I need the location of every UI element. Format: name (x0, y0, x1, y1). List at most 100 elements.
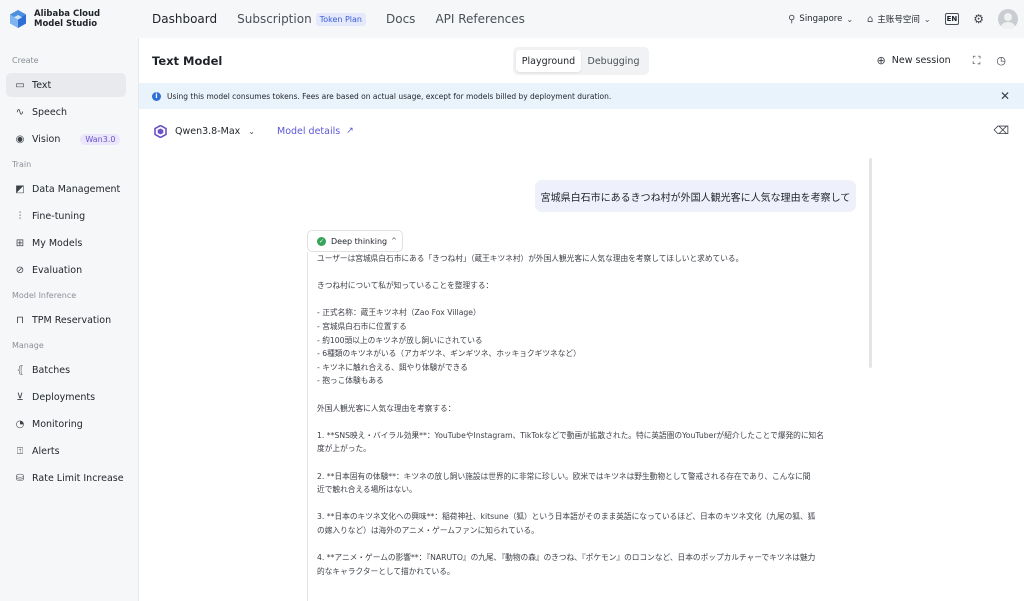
thinking-gap (317, 293, 867, 307)
monitor-icon: ◔ (15, 418, 25, 430)
token-plan-badge: Token Plan (315, 12, 366, 26)
check-icon: ✓ (317, 236, 326, 246)
nav-subscription[interactable]: Subscription Token Plan (237, 12, 366, 26)
notice-text: Using this model consumes tokens. Fees a… (167, 91, 612, 101)
thinking-line: ユーザーは宮城県白石市にある「きつね村」（蔵王キツネ村）が外国人観光客に人気な理… (317, 254, 744, 263)
sidebar-item-monitoring[interactable]: ◔ Monitoring (6, 412, 126, 436)
chat-icon: ▭ (15, 79, 25, 91)
brand-logo[interactable]: Alibaba Cloud Model Studio (0, 9, 139, 29)
batches-icon: ⦃ (16, 364, 24, 376)
chevron-down-icon: ⌄ (923, 14, 931, 24)
sidebar-item-text[interactable]: ▭ Text (6, 73, 126, 97)
top-bar: Alibaba Cloud Model Studio Dashboard Sub… (0, 0, 1024, 38)
top-right-controls: ⚲ Singapore ⌄ ⌂ 主账号空间 ⌄ EN ⚙ (774, 0, 1018, 38)
sidebar-item-label: TPM Reservation (32, 314, 112, 326)
thinking-line: - キツネに触れ合える、餌やり体験ができる (317, 362, 468, 372)
chevron-up-icon: ^ (391, 237, 398, 245)
model-selector-row: Qwen3.8-Max ⌄ Model details ↗ ⌫ (139, 119, 1024, 143)
thinking-gap (317, 415, 867, 429)
sidebar-item-label: Fine-tuning (32, 210, 86, 222)
sidebar-item-speech[interactable]: ∿ Speech (6, 100, 126, 124)
sidebar-item-label: Vision (32, 133, 61, 145)
deep-thinking-toggle[interactable]: ✓ Deep thinking ^ (307, 230, 403, 252)
deploy-icon: ⊻ (16, 391, 24, 403)
thinking-gap (317, 266, 867, 280)
sidebar-item-data-management[interactable]: ◩ Data Management (6, 177, 126, 201)
sidebar-item-evaluation[interactable]: ⊘ Evaluation (6, 258, 126, 282)
sidebar-item-label: Text (32, 79, 52, 91)
sidebar: Create ▭ Text ∿ Speech ◉ Vision Wan3.0 T… (0, 38, 139, 601)
sidebar-item-fine-tuning[interactable]: ⫶ Fine-tuning (6, 204, 126, 228)
external-link-icon[interactable]: ↗ (346, 126, 354, 136)
sidebar-item-label: Batches (32, 364, 71, 376)
page-title: Text Model (152, 53, 223, 68)
model-selector[interactable]: Qwen3.8-Max (175, 126, 240, 137)
clear-icon[interactable]: ⌫ (993, 124, 1009, 137)
sidebar-item-label: Speech (32, 106, 67, 118)
thinking-gap (317, 456, 867, 470)
sidebar-item-vision[interactable]: ◉ Vision Wan3.0 (6, 127, 126, 151)
model-studio-logo-icon (10, 10, 26, 28)
sidebar-item-tpm-reservation[interactable]: ⊓ TPM Reservation (6, 308, 126, 332)
nav-api-references[interactable]: API References (435, 12, 524, 26)
home-icon: ⌂ (867, 13, 874, 25)
mode-tabs: Playground Debugging (513, 47, 649, 75)
thinking-line: 2. **日本固有の体験**：キツネの放し飼い施設は世界的に非常に珍しい。欧米で… (317, 471, 811, 481)
section-model-inference: Model Inference (12, 290, 77, 300)
thinking-line: 4. **アニメ・ゲームの影響**：『NARUTO』の九尾、『動物の森』のきつね… (317, 553, 816, 563)
sidebar-item-label: Alerts (32, 445, 60, 457)
location-icon: ⚲ (788, 13, 796, 25)
sidebar-item-batches[interactable]: ⦃ Batches (6, 358, 126, 382)
settings-button[interactable]: ⚙ (973, 12, 984, 26)
sidebar-item-rate-limit[interactable]: ⛁ Rate Limit Increase (6, 466, 126, 490)
thinking-gap (317, 388, 867, 402)
thinking-line: - 6種類のキツネがいる（アカギツネ、ギンギツネ、ホッキョクギツネなど） (317, 349, 581, 359)
avatar[interactable] (998, 9, 1018, 29)
nav-docs[interactable]: Docs (386, 12, 415, 26)
user-message-bubble: 宮城県白石市にあるきつね村が外国人観光客に人気な理由を考察して (535, 180, 856, 212)
thinking-gap (317, 537, 867, 551)
sidebar-item-alerts[interactable]: ⍐ Alerts (6, 439, 126, 463)
region-selector[interactable]: ⚲ Singapore ⌄ (788, 14, 853, 25)
thinking-line: - 約100頭以上のキツネが放し飼いにされている (317, 335, 483, 345)
fullscreen-button[interactable]: ⛶ (973, 54, 987, 68)
sidebar-item-my-models[interactable]: ⊞ My Models (6, 231, 126, 255)
sidebar-item-deployments[interactable]: ⊻ Deployments (6, 385, 126, 409)
thinking-line: 外国人観光客に人気な理由を考察する： (317, 403, 456, 413)
workspace-label: 主账号空间 (877, 15, 920, 25)
sidebar-item-label: Evaluation (32, 264, 83, 276)
tab-debugging[interactable]: Debugging (581, 50, 646, 72)
evaluation-icon: ⊘ (15, 264, 25, 276)
thinking-content: ユーザーは宮城県白石市にある「きつね村」（蔵王キツネ村）が外国人観光客に人気な理… (307, 252, 867, 601)
models-icon: ⊞ (15, 237, 25, 249)
section-manage: Manage (12, 340, 44, 350)
language-switch[interactable]: EN (944, 13, 960, 25)
main-panel: Text Model Playground Debugging ⊕ New se… (139, 38, 1024, 601)
sidebar-item-label: Rate Limit Increase (32, 472, 124, 484)
chat-scrollbar[interactable] (869, 158, 872, 368)
thinking-line: 近で触れ合える場所はない。 (317, 485, 417, 495)
tab-playground[interactable]: Playground (516, 50, 581, 72)
nav-dashboard[interactable]: Dashboard (152, 12, 217, 26)
info-icon: i (152, 91, 161, 101)
brand-name: Alibaba Cloud Model Studio (34, 9, 101, 29)
camera-icon: ◉ (15, 133, 25, 145)
gear-icon: ⚙ (973, 12, 984, 26)
section-train: Train (12, 159, 32, 169)
history-button[interactable]: ◷ (996, 54, 1012, 67)
language-icon: EN (944, 13, 960, 25)
model-details-link[interactable]: Model details (277, 126, 340, 137)
workspace-selector[interactable]: ⌂ 主账号空间 ⌄ (867, 13, 931, 26)
header-actions: ⊕ New session ⛶ ◷ (861, 38, 1012, 83)
waveform-icon: ∿ (15, 106, 25, 118)
sidebar-item-label: Data Management (32, 183, 121, 195)
chevron-down-icon[interactable]: ⌄ (248, 127, 255, 136)
sidebar-item-label: Monitoring (32, 418, 83, 430)
top-nav: Dashboard Subscription Token Plan Docs A… (152, 12, 545, 26)
thinking-gap (317, 497, 867, 511)
close-icon[interactable]: ✕ (1000, 89, 1010, 103)
thinking-line: - 宮城県白石市に位置する (317, 321, 407, 331)
chevron-down-icon: ⌄ (846, 14, 854, 24)
sliders-icon: ⫶ (18, 210, 22, 222)
new-session-button[interactable]: ⊕ New session (877, 54, 951, 67)
